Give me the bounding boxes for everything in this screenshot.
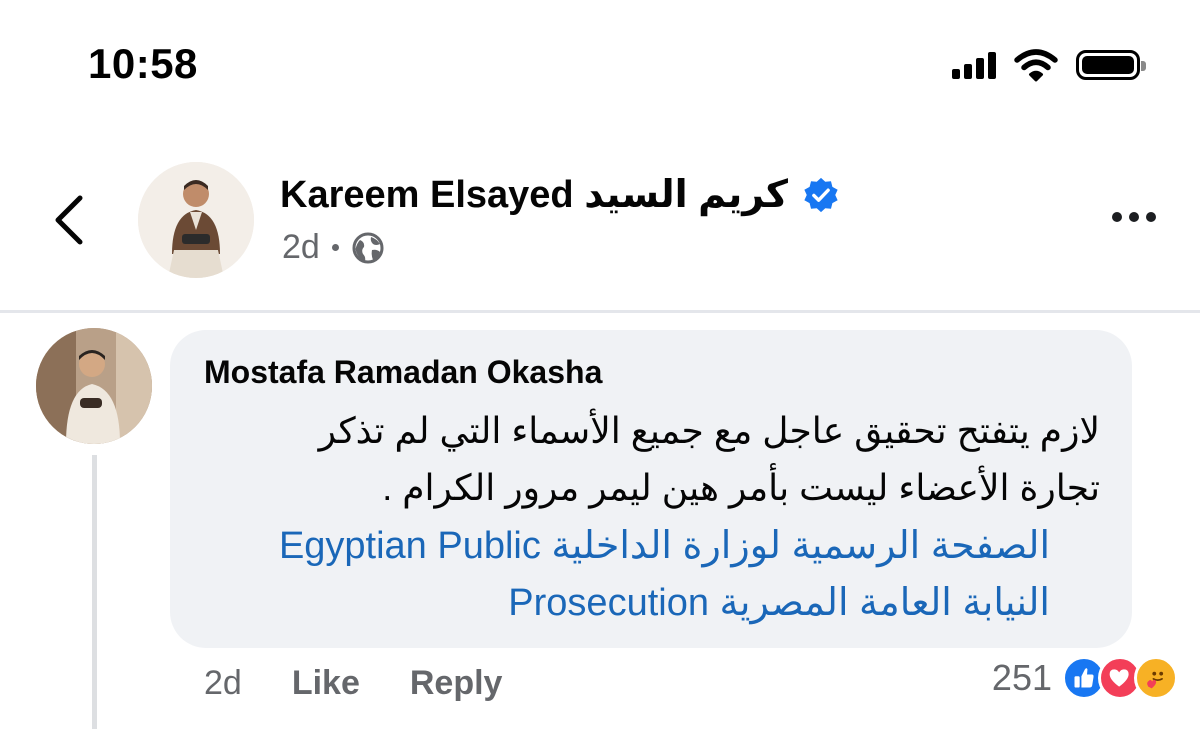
commenter-avatar[interactable] — [36, 328, 152, 444]
comment-text-line: لازم يتفتح تحقيق عاجل مع جميع الأسماء ال… — [318, 410, 1100, 451]
chevron-left-icon — [55, 195, 83, 245]
battery-icon — [1076, 50, 1146, 80]
status-time: 10:58 — [88, 40, 198, 87]
verified-badge-icon — [804, 177, 838, 212]
post-meta: 2d — [282, 228, 385, 267]
comment-text: لازم يتفتح تحقيق عاجل مع جميع الأسماء ال… — [200, 402, 1100, 516]
header-divider — [0, 310, 1200, 313]
like-button[interactable]: Like — [292, 664, 360, 703]
comment-age[interactable]: 2d — [204, 664, 242, 703]
more-dot-icon — [1129, 212, 1139, 222]
commenter-name[interactable]: Mostafa Ramadan Okasha — [204, 354, 602, 391]
comment-actions: 2d Like Reply — [204, 664, 502, 703]
more-options-button[interactable] — [1112, 212, 1156, 222]
more-dot-icon — [1146, 212, 1156, 222]
status-icons — [952, 48, 1146, 82]
care-icon — [1134, 656, 1178, 700]
post-age[interactable]: 2d — [282, 228, 320, 267]
facebook-comment-screen: 10:58 Kareem Elsayed كريم السيد 2d Mosta… — [0, 0, 1200, 729]
back-button[interactable] — [48, 190, 88, 250]
wifi-icon — [1014, 49, 1058, 82]
tag-link[interactable]: الصفحة الرسمية لوزارة الداخلية Egyptian … — [200, 518, 1050, 575]
post-author-name[interactable]: Kareem Elsayed كريم السيد — [280, 172, 788, 217]
more-dot-icon — [1112, 212, 1122, 222]
reaction-count: 251 — [991, 657, 1052, 698]
reply-thread-line — [92, 455, 97, 729]
comment-text-line: تجارة الأعضاء ليست بأمر هين ليمر مرور ال… — [382, 467, 1100, 508]
tag-link[interactable]: النيابة العامة المصرية Prosecution — [200, 575, 1050, 632]
reply-button[interactable]: Reply — [410, 664, 503, 703]
globe-icon — [352, 232, 384, 263]
author-avatar[interactable] — [138, 162, 254, 278]
post-author-row: Kareem Elsayed كريم السيد — [280, 172, 840, 217]
comment-tags: الصفحة الرسمية لوزارة الداخلية Egyptian … — [200, 518, 1050, 632]
cellular-signal-icon — [952, 51, 996, 79]
meta-separator — [331, 244, 339, 251]
reaction-summary[interactable]: 251 — [992, 656, 1178, 700]
